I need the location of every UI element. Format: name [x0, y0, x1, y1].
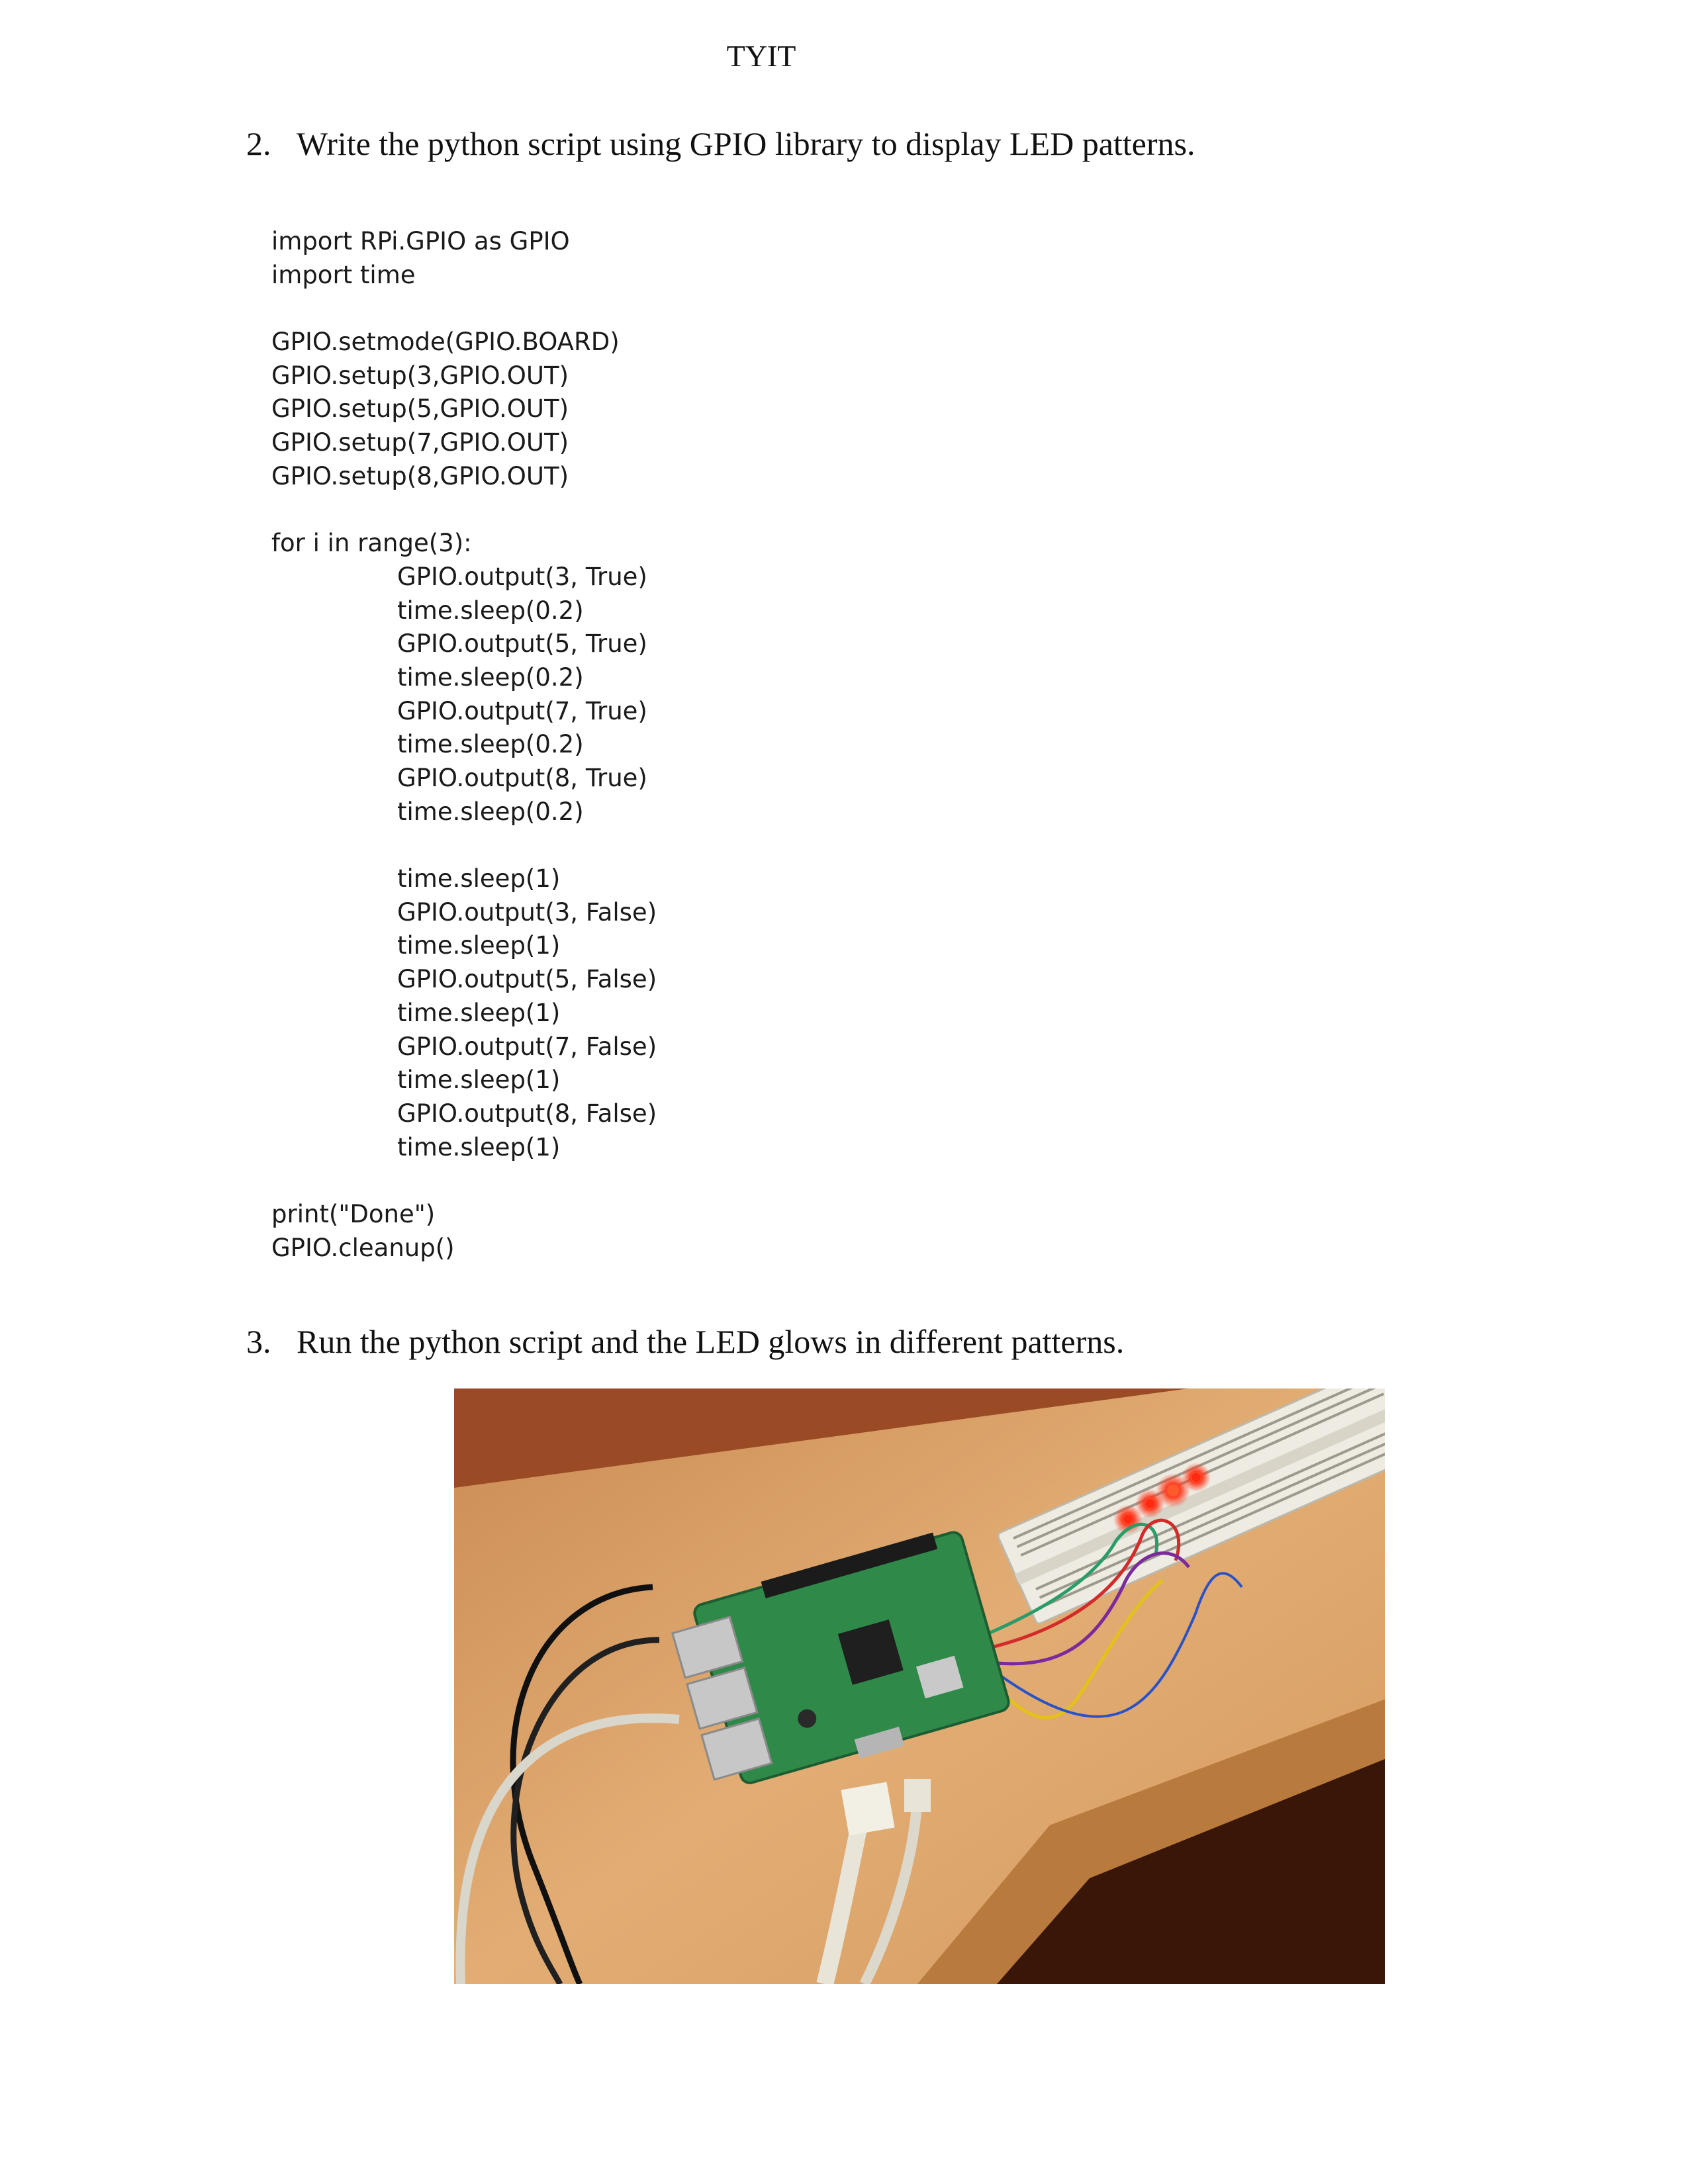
code-line: GPIO.output(7, False) [397, 1032, 657, 1061]
step-2-heading: 2. Write the python script using GPIO lib… [246, 124, 1195, 163]
code-line: time.sleep(1) [397, 998, 561, 1027]
code-line: time.sleep(0.2) [397, 596, 584, 625]
code-line: GPIO.output(5, True) [397, 629, 647, 659]
code-line: time.sleep(0.2) [397, 730, 584, 759]
code-line: GPIO.output(8, True) [397, 764, 647, 792]
code-line: print("Done") [271, 1199, 436, 1228]
code-line: GPIO.output(3, False) [397, 897, 657, 927]
code-line: import time [271, 260, 416, 289]
code-line: GPIO.output(5, False) [397, 965, 657, 994]
raspberry-pi-led-photo [454, 1388, 1385, 1984]
code-line: for i in range(3): [271, 529, 472, 558]
step-2-number: 2. [246, 125, 271, 162]
code-line: time.sleep(0.2) [397, 797, 584, 826]
code-line: time.sleep(0.2) [397, 662, 584, 692]
code-line: import RPi.GPIO as GPIO [271, 227, 570, 255]
step-2-text: Write the python script using GPIO libra… [297, 125, 1196, 162]
step-3-number: 3. [246, 1323, 271, 1360]
step-3-heading: 3. Run the python script and the LED glow… [246, 1322, 1124, 1361]
raspberry-pi-led-photo-icon [454, 1388, 1385, 1984]
code-line: GPIO.setmode(GPIO.BOARD) [271, 328, 620, 357]
code-line: GPIO.setup(7,GPIO.OUT) [271, 428, 569, 457]
code-line: time.sleep(1) [397, 864, 561, 893]
page-header: TYIT [726, 39, 796, 73]
code-line: GPIO.output(3, True) [397, 562, 647, 591]
python-code-block: import RPi.GPIO as GPIO import time GPIO… [271, 225, 657, 1265]
step-3-text: Run the python script and the LED glows … [297, 1323, 1125, 1360]
code-line: GPIO.setup(3,GPIO.OUT) [271, 361, 569, 390]
code-line: GPIO.setup(8,GPIO.OUT) [271, 461, 569, 490]
code-line: time.sleep(1) [397, 1132, 561, 1161]
code-line: GPIO.setup(5,GPIO.OUT) [271, 394, 569, 424]
code-line: time.sleep(1) [397, 1066, 561, 1095]
code-line: GPIO.cleanup() [271, 1233, 455, 1262]
code-line: time.sleep(1) [397, 931, 561, 960]
code-line: GPIO.output(8, False) [397, 1099, 657, 1128]
code-line: GPIO.output(7, True) [397, 696, 647, 725]
